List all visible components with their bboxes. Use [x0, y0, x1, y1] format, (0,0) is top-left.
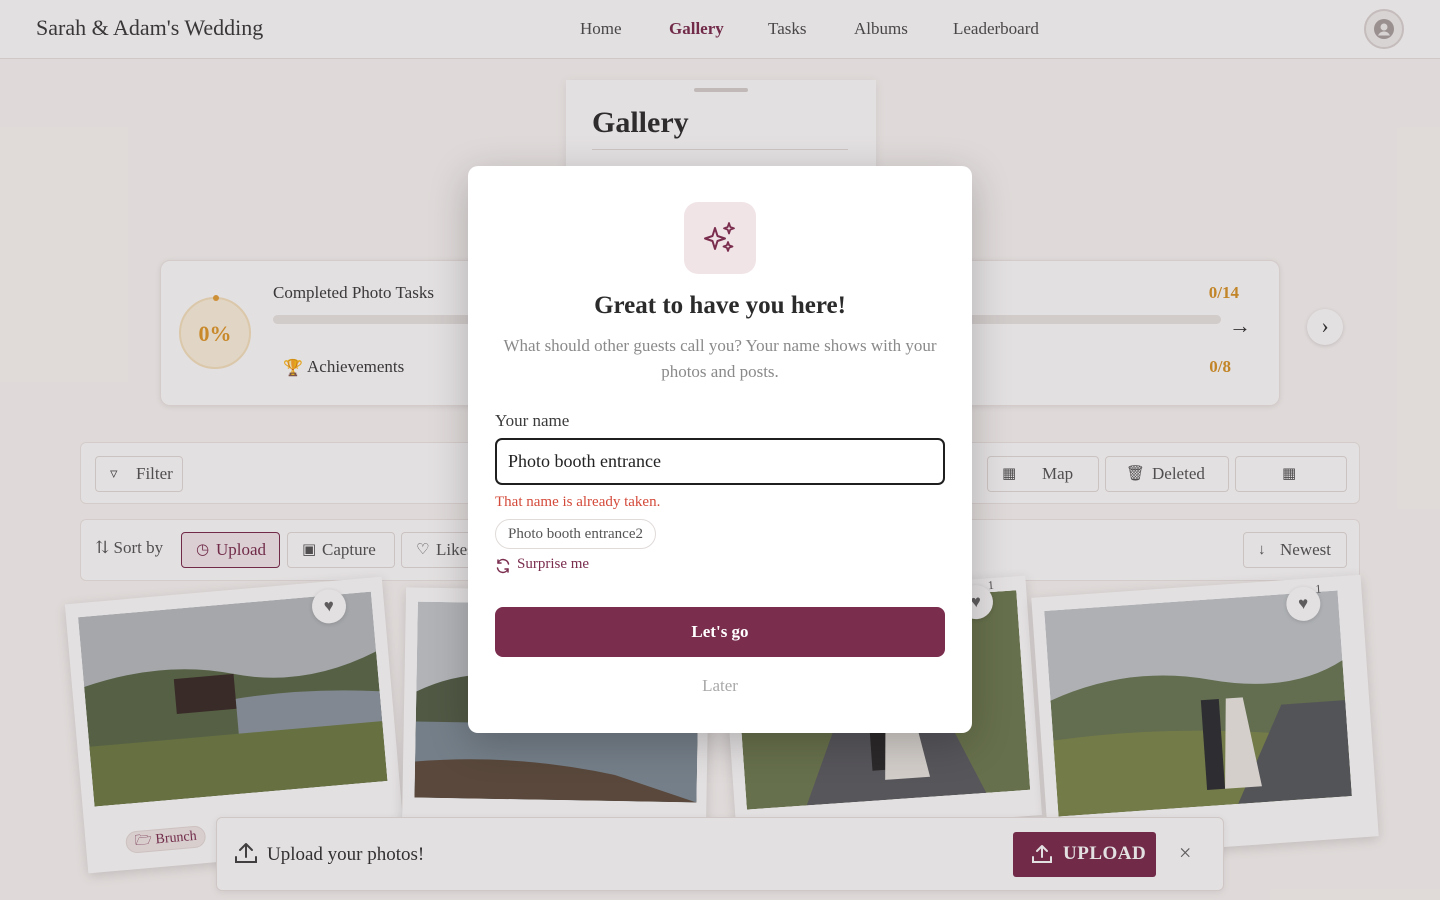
dialog-title: Great to have you here! [594, 292, 846, 319]
later-button[interactable]: Later [468, 676, 972, 696]
dialog-subtitle: What should other guests call you? Your … [503, 336, 937, 381]
surprise-me-label: Surprise me [517, 556, 590, 572]
name-suggestion-chip[interactable]: Photo booth entrance2 [495, 519, 656, 549]
name-input[interactable] [495, 438, 945, 485]
dialog-icon-badge [684, 202, 756, 274]
name-dialog: Great to have you here! What should othe… [468, 166, 972, 733]
lets-go-button[interactable]: Let's go [495, 607, 945, 657]
name-field-label: Your name [495, 411, 570, 430]
name-error-message: That name is already taken. [495, 494, 661, 510]
sparkles-icon [704, 222, 735, 252]
refresh-icon [496, 558, 510, 574]
